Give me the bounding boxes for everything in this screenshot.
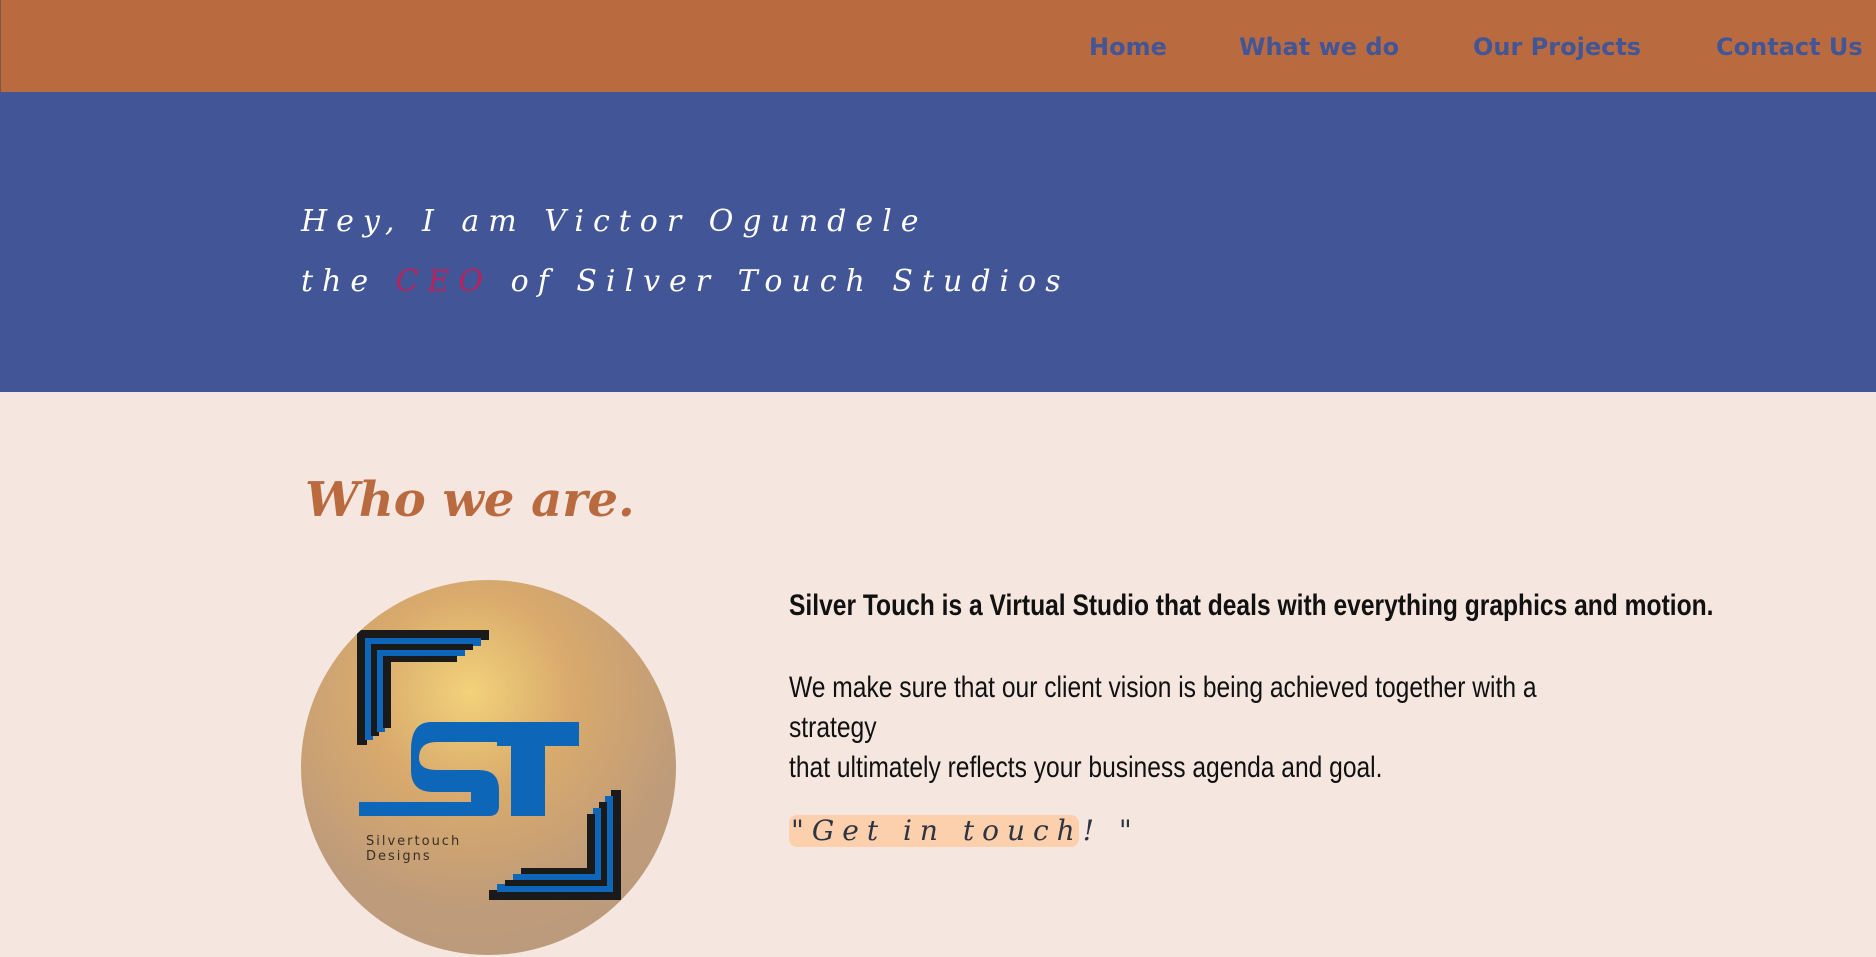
nav-home-link[interactable]: Home: [1089, 33, 1167, 61]
silvertouch-logo-icon: [357, 630, 621, 900]
hero-role-accent: CEO: [395, 264, 493, 299]
top-navbar: Home What we do Our Projects Contact Us: [0, 0, 1876, 92]
nav-what-we-do-link[interactable]: What we do: [1239, 33, 1399, 61]
hero-role-prefix: the: [301, 264, 396, 299]
company-logo: Silvertouch Designs: [301, 580, 676, 955]
nav-contact-us-link[interactable]: Contact Us: [1716, 33, 1863, 61]
about-body-line2: that ultimately reflects your business a…: [789, 751, 1383, 784]
hero-role-suffix: of Silver Touch Studios: [492, 264, 1070, 299]
hero-greeting: Hey, I am Victor Ogundele: [301, 204, 928, 239]
logo-caption-line1: Silvertouch: [366, 834, 462, 849]
logo-caption-line2: Designs: [366, 849, 432, 864]
hero-role-line: the CEO of Silver Touch Studios: [301, 264, 1070, 299]
about-body-line1: We make sure that our client vision is b…: [789, 671, 1537, 744]
nav-our-projects-link[interactable]: Our Projects: [1473, 33, 1641, 61]
about-body-text: We make sure that our client vision is b…: [789, 668, 1593, 788]
about-lead-text: Silver Touch is a Virtual Studio that de…: [789, 589, 1714, 622]
section-title: Who we are.: [305, 472, 635, 528]
get-in-touch-button[interactable]: "Get in touch! ": [789, 815, 1132, 847]
logo-caption: Silvertouch Designs: [366, 834, 461, 864]
hero-banner: Hey, I am Victor Ogundele the CEO of Sil…: [0, 92, 1876, 392]
